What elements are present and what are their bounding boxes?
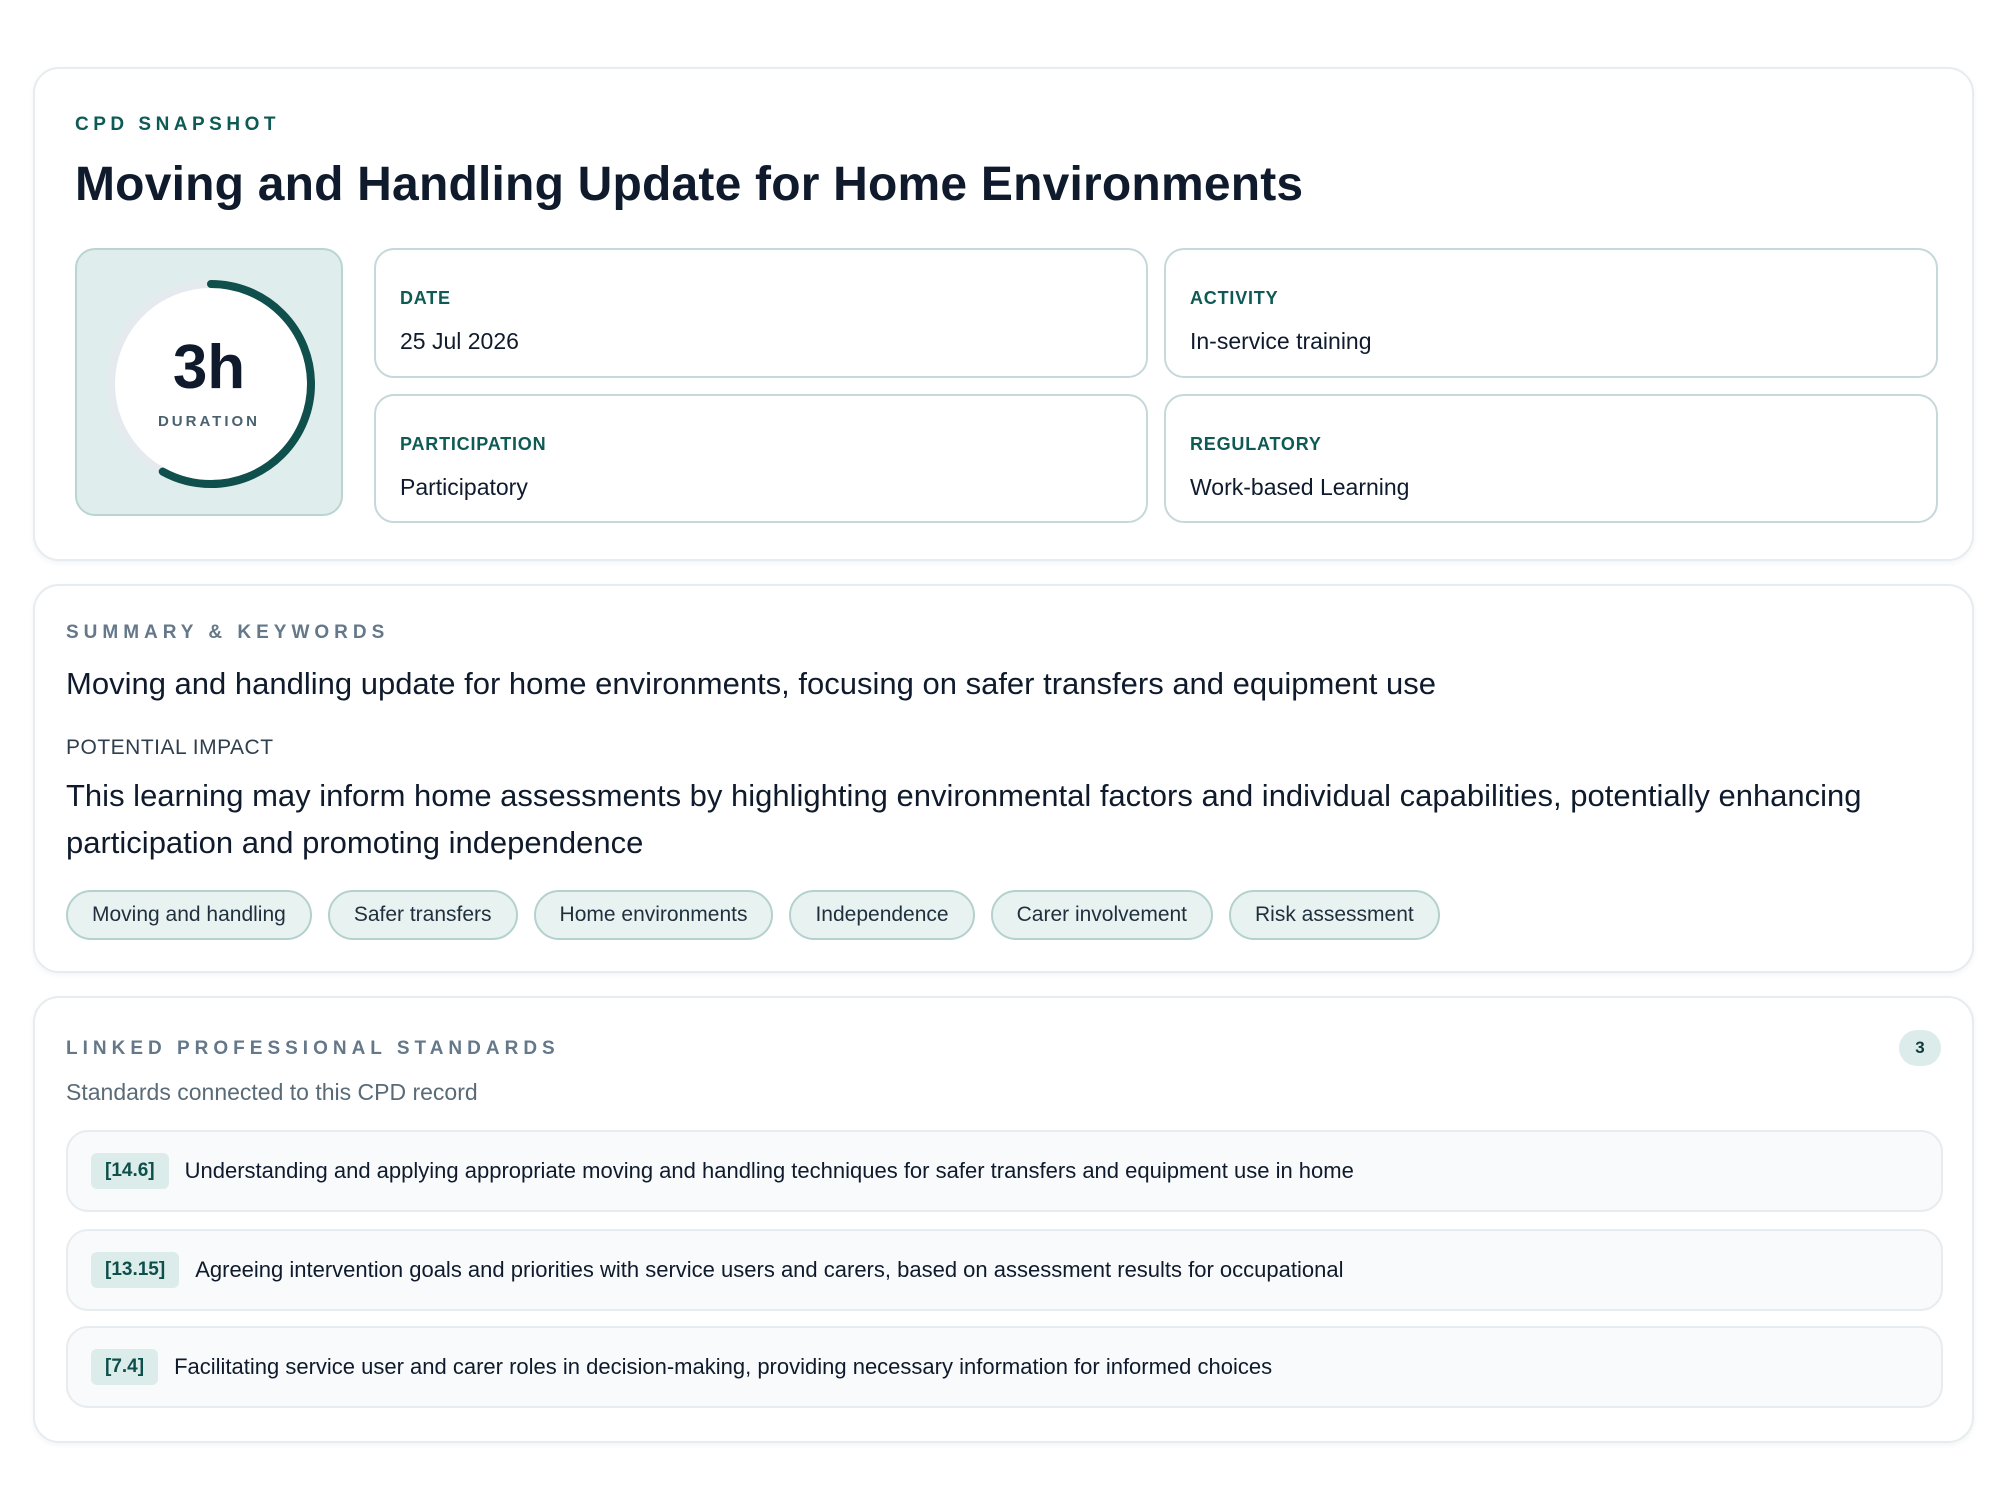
meta-date-label: DATE	[400, 288, 451, 308]
keyword-chip[interactable]: Carer involvement	[990, 890, 1214, 940]
meta-participation-label: PARTICIPATION	[400, 434, 547, 454]
duration-label: DURATION	[157, 413, 261, 430]
standard-text: Facilitating service user and carer role…	[174, 1354, 1273, 1379]
duration-value: 3h	[172, 333, 246, 402]
standard-row[interactable]: [14.6] Understanding and applying approp…	[66, 1130, 1943, 1212]
standard-code: [7.4]	[91, 1349, 159, 1385]
keyword-chip[interactable]: Independence	[789, 890, 975, 940]
summary-eyebrow: SUMMARY & KEYWORDS	[66, 622, 390, 643]
standard-row[interactable]: [13.15] Agreeing intervention goals and …	[66, 1229, 1943, 1311]
impact-label: POTENTIAL IMPACT	[66, 736, 274, 759]
meta-date-box: DATE 25 Jul 2026	[374, 248, 1148, 378]
standards-card: LINKED PROFESSIONAL STANDARDS 3 Standard…	[33, 996, 1974, 1443]
summary-card: SUMMARY & KEYWORDS Moving and handling u…	[33, 584, 1974, 973]
standard-text: Understanding and applying appropriate m…	[184, 1158, 1354, 1183]
meta-regulatory-value: Work-based Learning	[1190, 474, 1410, 500]
meta-activity-label: ACTIVITY	[1190, 288, 1279, 308]
standards-count-badge: 3	[1899, 1030, 1941, 1066]
summary-text: Moving and handling update for home envi…	[66, 666, 1437, 701]
standard-code: [14.6]	[91, 1153, 169, 1189]
standard-row[interactable]: [7.4] Facilitating service user and care…	[66, 1326, 1943, 1408]
meta-date-value: 25 Jul 2026	[400, 328, 519, 354]
standard-code: [13.15]	[91, 1252, 180, 1288]
keyword-chip[interactable]: Safer transfers	[327, 890, 518, 940]
cpd-snapshot-card: CPD SNAPSHOT Moving and Handling Update …	[33, 67, 1974, 561]
keyword-chip[interactable]: Home environments	[533, 890, 774, 940]
meta-regulatory-label: REGULATORY	[1190, 434, 1322, 454]
meta-participation-box: PARTICIPATION Participatory	[374, 394, 1148, 523]
duration-tile: 3h DURATION	[75, 248, 343, 516]
standards-subtitle: Standards connected to this CPD record	[66, 1079, 478, 1105]
snapshot-eyebrow: CPD SNAPSHOT	[75, 114, 280, 135]
keyword-chip[interactable]: Risk assessment	[1229, 890, 1440, 940]
keyword-list: Moving and handling Safer transfers Home…	[66, 890, 1440, 940]
meta-regulatory-box: REGULATORY Work-based Learning	[1164, 394, 1938, 523]
meta-activity-value: In-service training	[1190, 328, 1372, 354]
standard-text: Agreeing intervention goals and prioriti…	[195, 1257, 1344, 1282]
impact-text: This learning may inform home assessment…	[66, 778, 1862, 860]
keyword-chip[interactable]: Moving and handling	[66, 890, 312, 940]
standards-eyebrow: LINKED PROFESSIONAL STANDARDS	[66, 1038, 560, 1059]
meta-participation-value: Participatory	[400, 474, 528, 500]
meta-activity-box: ACTIVITY In-service training	[1164, 248, 1938, 378]
page-title: Moving and Handling Update for Home Envi…	[75, 158, 1304, 211]
